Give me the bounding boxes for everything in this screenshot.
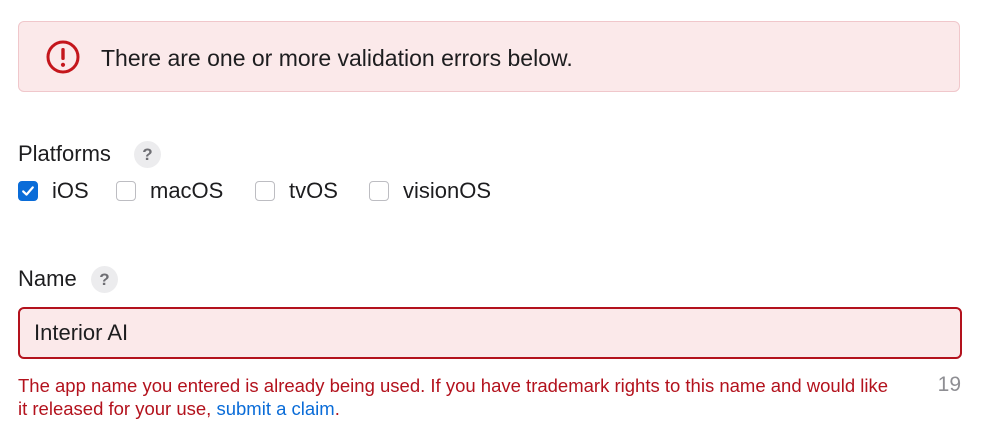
platform-label-macos: macOS (150, 178, 224, 203)
platform-option-ios[interactable]: iOS (18, 176, 89, 206)
exclamation-circle-icon (46, 40, 80, 74)
platform-option-macos[interactable]: macOS (116, 176, 223, 206)
platform-label-ios: iOS (52, 178, 89, 203)
platform-option-tvos[interactable]: tvOS (255, 176, 338, 206)
app-name-input[interactable] (18, 307, 962, 359)
platform-label-tvos: tvOS (289, 178, 338, 203)
submit-claim-link[interactable]: submit a claim (216, 398, 334, 419)
platforms-label: Platforms (18, 141, 111, 166)
checkbox-tvos[interactable] (255, 181, 275, 201)
app-form-page: There are one or more validation errors … (0, 0, 1000, 446)
platform-option-visionos[interactable]: visionOS (369, 176, 491, 206)
validation-error-banner: There are one or more validation errors … (18, 21, 960, 92)
name-label: Name (18, 266, 77, 291)
platforms-help-icon[interactable]: ? (134, 141, 161, 168)
checkmark-icon (22, 186, 34, 196)
name-error-text: The app name you entered is already bein… (18, 375, 889, 419)
name-error-message: The app name you entered is already bein… (18, 374, 898, 420)
checkbox-macos[interactable] (116, 181, 136, 201)
validation-error-message: There are one or more validation errors … (101, 45, 573, 71)
name-error-suffix: . (334, 398, 340, 419)
name-char-count: 19 (937, 373, 961, 396)
name-help-icon[interactable]: ? (91, 266, 118, 293)
checkbox-ios[interactable] (18, 181, 38, 201)
checkbox-visionos[interactable] (369, 181, 389, 201)
platform-label-visionos: visionOS (403, 178, 492, 203)
